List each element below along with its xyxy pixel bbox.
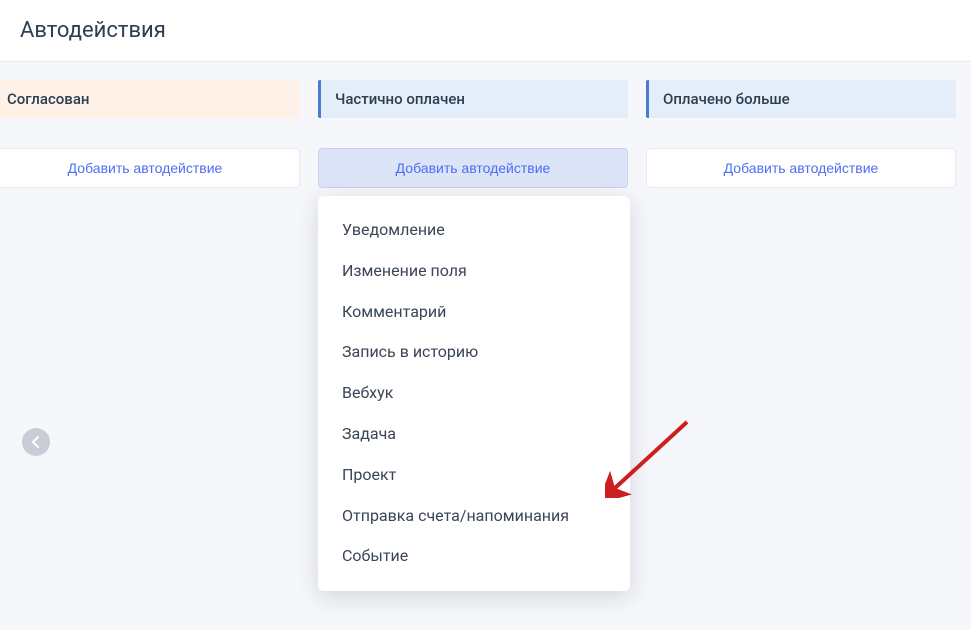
add-autoaction-button-approved[interactable]: Добавить автодействие — [0, 148, 300, 188]
column-overpaid: Оплачено больше Добавить автодействие — [646, 80, 956, 188]
menu-item-send-invoice-reminder[interactable]: Отправка счета/напоминания — [318, 496, 630, 537]
menu-item-webhook[interactable]: Вебхук — [318, 373, 630, 414]
menu-item-notification[interactable]: Уведомление — [318, 210, 630, 251]
page-title: Автодействия — [20, 18, 951, 43]
columns-container: Согласован Добавить автодействие Частичн… — [0, 62, 971, 206]
column-header-approved[interactable]: Согласован — [0, 80, 300, 118]
add-autoaction-button-partially-paid[interactable]: Добавить автодействие — [318, 148, 628, 188]
add-autoaction-button-overpaid[interactable]: Добавить автодействие — [646, 148, 956, 188]
menu-item-field-change[interactable]: Изменение поля — [318, 251, 630, 292]
menu-item-event[interactable]: Событие — [318, 536, 630, 577]
menu-item-project[interactable]: Проект — [318, 455, 630, 496]
column-approved: Согласован Добавить автодействие — [0, 80, 300, 188]
scroll-left-button — [22, 428, 50, 456]
menu-item-task[interactable]: Задача — [318, 414, 630, 455]
menu-item-history-entry[interactable]: Запись в историю — [318, 332, 630, 373]
page-header: Автодействия — [0, 0, 971, 62]
column-partially-paid: Частично оплачен Добавить автодействие — [318, 80, 628, 188]
column-header-partially-paid[interactable]: Частично оплачен — [318, 80, 628, 118]
chevron-left-icon — [31, 433, 41, 452]
menu-item-comment[interactable]: Комментарий — [318, 292, 630, 333]
column-header-overpaid[interactable]: Оплачено больше — [646, 80, 956, 118]
autoaction-type-dropdown: Уведомление Изменение поля Комментарий З… — [318, 196, 630, 591]
